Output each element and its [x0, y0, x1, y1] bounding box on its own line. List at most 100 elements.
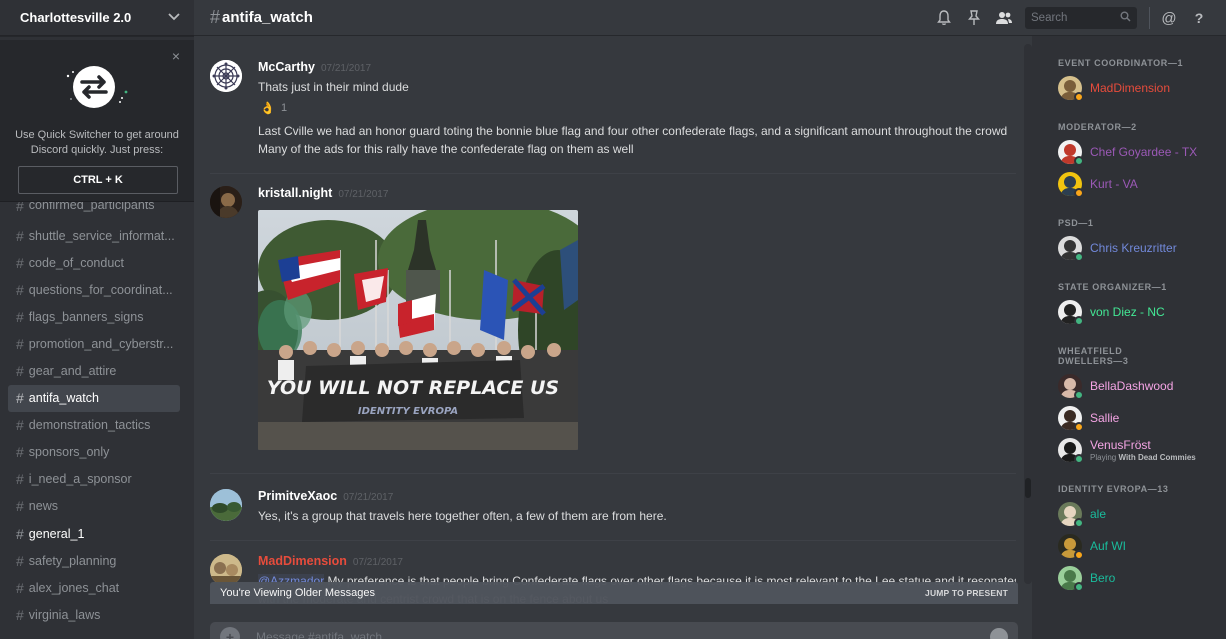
member-text: Bero [1082, 571, 1115, 585]
channel-label: general_1 [28, 526, 85, 541]
hash-icon: # [16, 254, 24, 271]
member-text: Sallie [1082, 411, 1119, 425]
channel-label: flags_banners_signs [28, 309, 144, 324]
hash-icon: # [210, 7, 221, 27]
avatar[interactable] [210, 186, 242, 218]
members-icon[interactable] [989, 0, 1019, 36]
member-text: von Diez - NC [1082, 305, 1165, 319]
jump-to-present-button[interactable]: JUMP TO PRESENT [925, 588, 1008, 598]
member-item[interactable]: MadDimension [1058, 74, 1218, 102]
role-header: WHEATFIELD DWELLERS—3 [1058, 346, 1129, 366]
member-item[interactable]: ale [1058, 500, 1218, 528]
server-name: Charlottesville 2.0 [20, 10, 132, 25]
activity-game: With Dead Commies [1118, 453, 1196, 462]
member-text: VenusFröst Playing With Dead Commies [1082, 438, 1196, 462]
channel-item[interactable]: # i_need_a_sponsor [8, 466, 180, 493]
channel-item[interactable]: # promotion_and_cyberstr... [8, 330, 180, 357]
member-item[interactable]: Sallie [1058, 404, 1218, 432]
channel-item[interactable]: # demonstration_tactics [8, 412, 180, 439]
status-indicator [1074, 316, 1084, 326]
close-icon[interactable]: × [172, 48, 180, 64]
message-author[interactable]: kristall.night [258, 186, 332, 200]
scrollbar-track[interactable] [1024, 44, 1032, 584]
member-name: von Diez - NC [1090, 305, 1165, 319]
status-indicator [1074, 156, 1084, 166]
channel-item[interactable]: # virginia_laws [8, 601, 180, 628]
help-icon[interactable]: ? [1184, 0, 1214, 36]
message-input[interactable] [256, 630, 990, 639]
channel-item[interactable]: # shuttle_service_informat... [8, 222, 180, 249]
role-header: IDENTITY EVROPA—13 [1058, 484, 1169, 494]
message-author[interactable]: PrimitveXaoc [258, 489, 337, 503]
activity-prefix: Playing [1090, 453, 1119, 462]
channel-item[interactable]: # questions_for_coordinat... [8, 276, 180, 303]
ok-hand-emoji: 👌 [260, 101, 275, 115]
channel-item[interactable]: # news [8, 493, 180, 520]
status-indicator [1074, 92, 1084, 102]
search-input[interactable]: Search [1025, 7, 1137, 29]
hash-icon: # [16, 308, 24, 325]
channel-label: questions_for_coordinat... [28, 282, 173, 297]
member-item[interactable]: von Diez - NC [1058, 298, 1218, 326]
message-text: Yes, it's a group that travels here toge… [258, 509, 667, 523]
member-item[interactable]: BellaDashwood [1058, 372, 1218, 400]
message-author[interactable]: MadDimension [258, 554, 347, 568]
member-item[interactable]: Chef Goyardee - TX [1058, 138, 1218, 166]
avatar [1058, 236, 1084, 262]
channel-item[interactable]: # antifa_watch [8, 384, 180, 412]
pin-icon[interactable] [959, 0, 989, 36]
avatar [1058, 374, 1084, 400]
mention-icon[interactable]: @ [1154, 0, 1184, 36]
avatar[interactable] [210, 489, 242, 521]
channel-item[interactable]: # safety_planning [8, 547, 180, 574]
hash-icon: # [16, 579, 24, 596]
avatar[interactable] [210, 60, 242, 92]
message-list[interactable]: McCarthy 07/21/2017 Thats just in their … [194, 40, 1032, 639]
member-item[interactable]: Auf WI [1058, 532, 1218, 560]
channel-sidebar: Charlottesville 2.0 # confirmed_participa… [0, 0, 194, 639]
role-header: PSD—1 [1058, 218, 1094, 228]
member-item[interactable]: VenusFröst Playing With Dead Commies [1058, 436, 1218, 464]
member-item[interactable]: Chris Kreuzritter [1058, 234, 1218, 262]
status-indicator [1074, 252, 1084, 262]
channel-item[interactable]: # general_1 [8, 520, 180, 547]
scrollbar-thumb[interactable] [1025, 478, 1031, 498]
channel-item[interactable]: # sponsors_only [8, 439, 180, 466]
emoji-picker-icon[interactable] [990, 628, 1008, 639]
bell-icon[interactable] [929, 0, 959, 36]
member-item[interactable]: Kurt - VA [1058, 170, 1218, 198]
reaction[interactable]: 👌 1 [258, 99, 294, 117]
message-author[interactable]: McCarthy [258, 60, 315, 74]
member-name: MadDimension [1090, 81, 1171, 95]
channel-item[interactable]: # alex_jones_chat [8, 574, 180, 601]
member-name: ale [1090, 507, 1107, 521]
status-indicator [1074, 188, 1084, 198]
member-name: Auf WI [1090, 539, 1127, 553]
channel-item[interactable]: # code_of_conduct [8, 249, 180, 276]
status-indicator [1074, 582, 1084, 592]
image-attachment[interactable]: YOU WILL NOT REPLACE US IDENTITY EVROPA [258, 210, 578, 450]
upload-plus-icon[interactable]: + [220, 627, 240, 639]
quick-switcher-popup: × Use Quick Switcher to get around Disco… [0, 40, 194, 202]
role-header: STATE ORGANIZER—1 [1058, 282, 1167, 292]
hash-icon: # [16, 525, 24, 542]
channel-label: safety_planning [28, 553, 117, 568]
chevron-down-icon[interactable] [168, 12, 180, 24]
message-text: Many of the ads for this rally have the … [258, 142, 634, 156]
avatar [1058, 140, 1084, 166]
banner-text: YOU WILL NOT REPLACE US [267, 377, 559, 399]
member-list: EVENT COORDINATOR—1 MadDimension MODERATOR… [1032, 36, 1226, 639]
channel-item[interactable]: # gear_and_attire [8, 357, 180, 384]
quick-switcher-shortcut-button[interactable]: CTRL + K [18, 166, 178, 194]
message-composer: + [210, 622, 1018, 639]
channel-list: # confirmed_participants # shuttle_service_… [0, 198, 194, 628]
reaction-count: 1 [280, 102, 288, 114]
channel-label: demonstration_tactics [28, 418, 151, 433]
role-header: MODERATOR—2 [1058, 122, 1137, 132]
hash-icon: # [16, 335, 24, 352]
member-activity: Playing With Dead Commies [1090, 453, 1196, 462]
message-timestamp: 07/21/2017 [338, 189, 389, 200]
member-item[interactable]: Bero [1058, 564, 1218, 592]
server-header[interactable]: Charlottesville 2.0 [0, 0, 194, 36]
channel-item[interactable]: # flags_banners_signs [8, 303, 180, 330]
